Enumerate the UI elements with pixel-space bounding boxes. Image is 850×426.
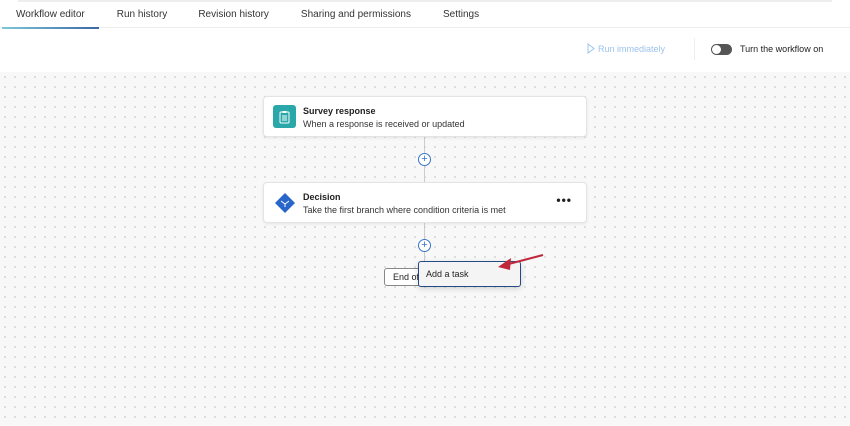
node-survey-response[interactable]: Survey response When a response is recei… [263,96,587,137]
annotation-arrow-icon [498,254,544,270]
node-subtitle: Take the first branch where condition cr… [303,205,506,215]
add-step-plus-icon[interactable]: + [418,153,431,166]
tab-sharing-permissions[interactable]: Sharing and permissions [301,0,411,28]
run-immediately-button[interactable]: Run immediately [587,43,665,54]
toolbar: Run immediately Turn the workflow on [0,38,850,60]
add-step-plus-icon[interactable]: + [418,239,431,252]
tab-settings[interactable]: Settings [443,0,479,28]
tab-bar: Workflow editor Run history Revision his… [0,0,850,29]
tab-revision-history[interactable]: Revision history [198,0,269,28]
workflow-toggle[interactable] [711,44,732,55]
play-icon [587,43,595,54]
node-subtitle: When a response is received or updated [303,119,465,129]
node-title: Survey response [303,106,376,116]
toolbar-divider [694,38,695,60]
branch-diamond-icon [273,191,296,214]
tab-run-history[interactable]: Run history [117,0,168,28]
node-decision[interactable]: Decision Take the first branch where con… [263,182,587,223]
node-title: Decision [303,192,341,202]
clipboard-icon [273,105,296,128]
more-options-icon[interactable]: ••• [556,193,572,207]
run-immediately-label: Run immediately [598,43,666,54]
tab-workflow-editor[interactable]: Workflow editor [2,0,99,29]
workflow-toggle-label: Turn the workflow on [740,44,824,54]
